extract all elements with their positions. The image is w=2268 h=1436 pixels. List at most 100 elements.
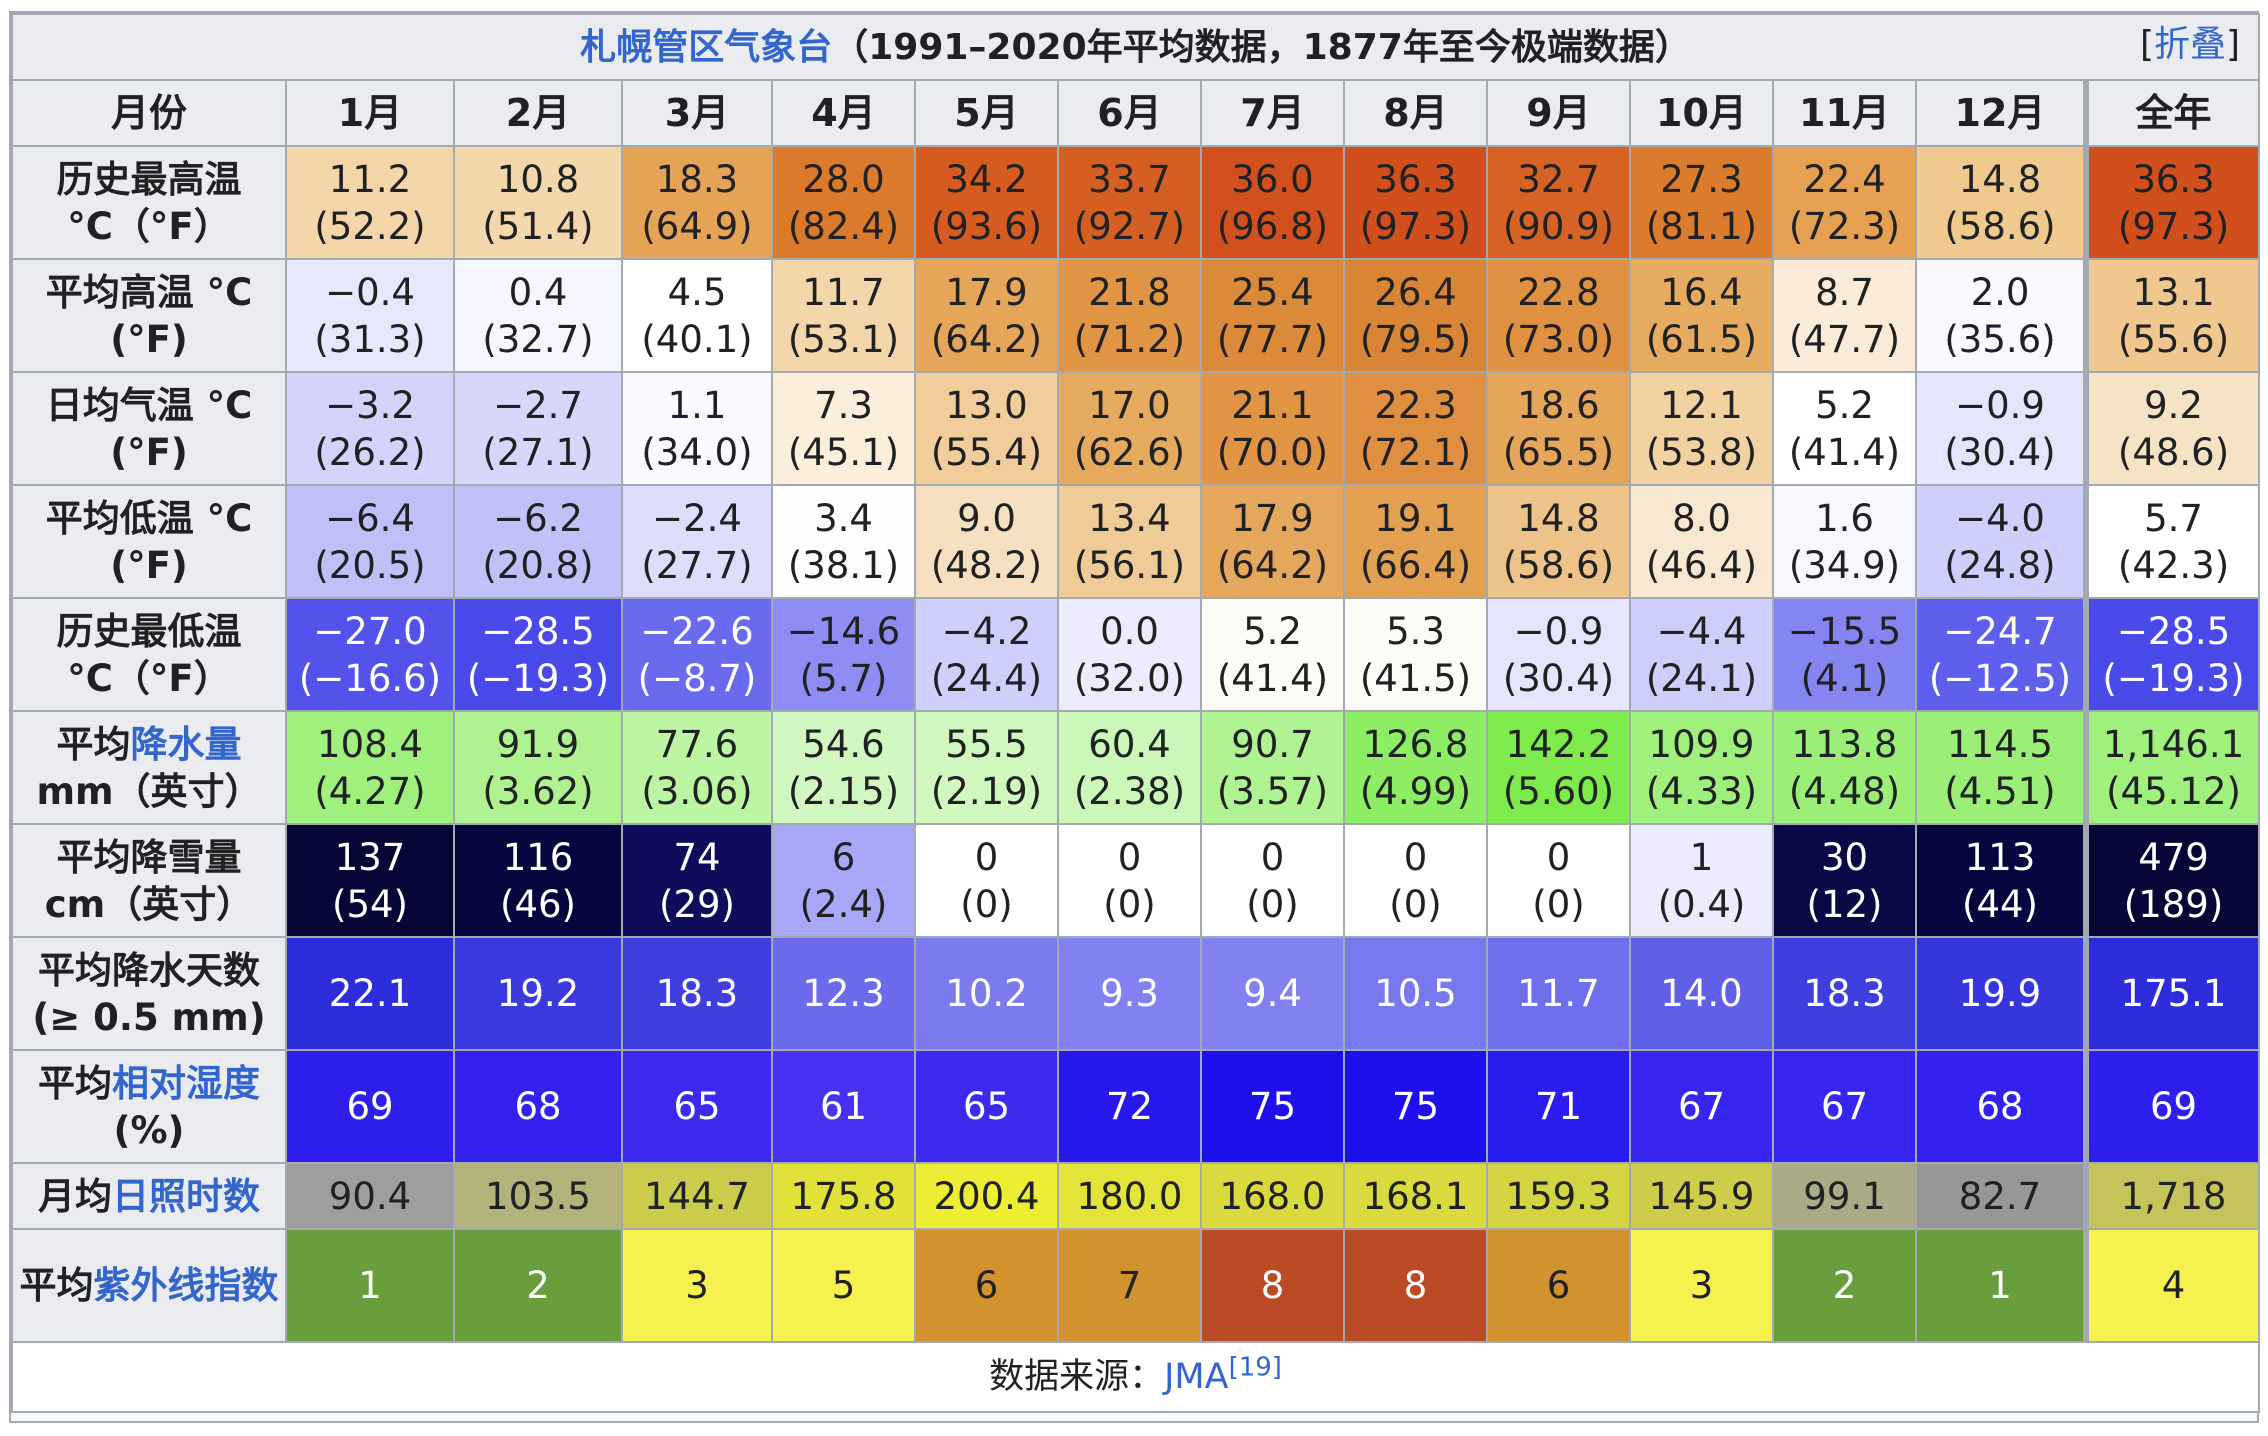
data-cell: 11.7 (53.1) [771,258,916,373]
cell-value: 36.3 (97.3) [1359,157,1472,248]
cell-value: 72 [1105,1085,1154,1128]
header-month: 2月 [453,79,623,147]
year-cell: 5.7 (42.3) [2082,484,2261,599]
row-label-link[interactable]: 紫外线指数 [94,1264,279,1307]
cell-value: 113 (44) [1962,835,2038,926]
cell-value: 22.1 [328,972,412,1015]
cell-value: 200.4 [933,1174,1040,1218]
table-row: 平均降水量 mm（英寸） 108.4 (4.27) 91.9 (3.62) 77.6 … [11,710,2261,825]
table-row: 历史最高温 °C（°F） 11.2 (52.2) 10.8 (51.4) 18.3 (… [11,145,2261,260]
data-cell: 72 [1057,1049,1202,1164]
data-cell: 11.2 (52.2) [285,145,455,260]
data-cell: 67 [1772,1049,1917,1164]
row-label-link[interactable]: 日照时数 [112,1175,260,1218]
cell-value: 142.2 (5.60) [1502,722,1615,813]
cell-value: 168.1 [1362,1174,1469,1218]
cell-value: 36.3 (97.3) [2117,157,2230,248]
data-cell: −0.9 (30.4) [1486,597,1631,712]
year-cell: 9.2 (48.6) [2082,371,2261,486]
data-cell: −0.4 (31.3) [285,258,455,373]
cell-value: 8.7 (47.7) [1788,270,1901,361]
cell-value: 90.4 [328,1174,412,1218]
header-month: 8月 [1343,79,1488,147]
cell-value: 175.8 [790,1174,897,1218]
station-link[interactable]: 札幌管区气象台 [580,27,832,68]
cell-value: −0.4 (31.3) [314,270,426,361]
cell-value: 11.2 (52.2) [314,157,426,248]
data-cell: 2.0 (35.6) [1915,258,2087,373]
data-cell: 14.8 (58.6) [1915,145,2087,260]
data-cell: 3 [621,1228,773,1343]
cell-value: 1,718 [2120,1174,2227,1218]
cell-value: 145.9 [1648,1174,1755,1218]
data-cell: 9.4 [1200,936,1345,1051]
row-label-text: 平均降水天数 [38,948,260,992]
data-cell: 10.5 [1343,936,1488,1051]
source-reference[interactable]: [19] [1229,1352,1282,1382]
cell-value: 32.7 (90.9) [1502,157,1615,248]
data-cell: 5.2 (41.4) [1772,371,1917,486]
header-month: 4月 [771,79,916,147]
header-month: 5月 [914,79,1059,147]
cell-value: 68 [1976,1085,2024,1128]
cell-value: 82.7 [1958,1174,2042,1218]
cell-value: 14.0 [1660,972,1743,1015]
cell-value: 11.7 (53.1) [787,270,900,361]
cell-value: 14.8 (58.6) [1944,157,2056,248]
cell-value: 0 (0) [1103,835,1156,926]
table-row: 历史最低温 °C（°F） −27.0 (−16.6) −28.5 (−19.3) −2… [11,597,2261,712]
cell-value: 175.1 [2120,972,2227,1015]
cell-value: 18.3 [655,972,739,1015]
cell-value: 75 [1248,1085,1297,1128]
header-month: 3月 [621,79,773,147]
data-cell: 0 (0) [1486,823,1631,938]
cell-value: 7.3 (45.1) [787,383,900,474]
row-label-link[interactable]: 相对湿度 [112,1062,260,1105]
row-label-unit: mm（英寸） [36,769,262,813]
header-month: 9月 [1486,79,1631,147]
data-cell: 99.1 [1772,1162,1917,1230]
cell-value: 1.1 (34.0) [641,383,753,474]
cell-value: 25.4 (77.7) [1216,270,1329,361]
data-cell: 8.0 (46.4) [1629,484,1774,599]
data-cell: 16.4 (61.5) [1629,258,1774,373]
row-label-text: 历史最高温 [56,157,242,201]
data-cell: 54.6 (2.15) [771,710,916,825]
cell-value: −4.0 (24.8) [1944,496,2056,587]
data-cell: 11.7 [1486,936,1631,1051]
cell-value: 1 (0.4) [1657,835,1746,926]
cell-value: 1.6 (34.9) [1788,496,1901,587]
cell-value: −4.2 (24.4) [930,609,1043,700]
cell-value: 19.1 (66.4) [1359,496,1472,587]
row-label-text: 历史最低温 [56,609,242,653]
data-cell: 108.4 (4.27) [285,710,455,825]
row-label-unit: cm（英寸） [44,882,254,926]
data-cell: 14.8 (58.6) [1486,484,1631,599]
cell-value: 4 [2161,1264,2186,1307]
collapse-toggle-link[interactable]: 折叠 [2154,24,2226,65]
cell-value: 0.4 (32.7) [482,270,594,361]
cell-value: 33.7 (92.7) [1073,157,1186,248]
header-month: 12月 [1915,79,2087,147]
cell-value: 5.2 (41.4) [1788,383,1901,474]
cell-value: 26.4 (79.5) [1359,270,1472,361]
header-month: 11月 [1772,79,1917,147]
data-cell: 168.1 [1343,1162,1488,1230]
source-link-jma[interactable]: JMA [1164,1357,1228,1397]
cell-value: 126.8 (4.99) [1359,722,1472,813]
row-label-unit: (≥ 0.5 mm) [32,995,266,1039]
row-header: 历史最低温 °C（°F） [11,597,287,712]
cell-value: 67 [1820,1085,1869,1128]
data-cell: 10.2 [914,936,1059,1051]
data-cell: 1 (0.4) [1629,823,1774,938]
row-label-link[interactable]: 降水量 [131,723,242,766]
data-cell: 14.0 [1629,936,1774,1051]
cell-value: 13.1 (55.6) [2117,270,2230,361]
table-row: 平均低温 °C (°F) −6.4 (20.5) −6.2 (20.8) −2.4 (… [11,484,2261,599]
cell-value: 28.0 (82.4) [787,157,900,248]
data-cell: 116 (46) [453,823,623,938]
row-label-text: 平均 [38,1061,112,1105]
row-label-text: 平均降雪量 [56,835,242,879]
row-header: 日均气温 °C (°F) [11,371,287,486]
cell-value: 17.9 (64.2) [1216,496,1329,587]
